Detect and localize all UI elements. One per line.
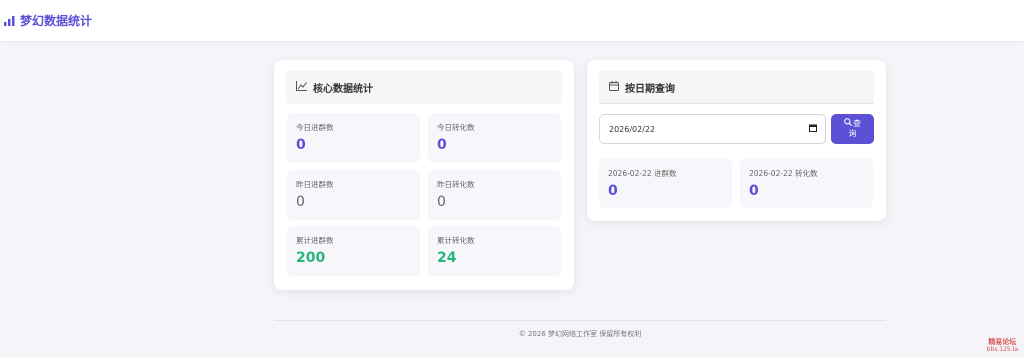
stat-label: 累计转化数 bbox=[437, 236, 475, 245]
date-input-value: 2026/02/22 bbox=[609, 124, 656, 134]
query-button-label-1: 查 bbox=[853, 118, 861, 128]
result-value: 0 bbox=[608, 183, 618, 199]
core-stats-title: 核心数据统计 bbox=[313, 84, 373, 95]
stat-value: 24 bbox=[437, 250, 457, 266]
stat-value: 200 bbox=[296, 250, 326, 266]
footer-copyright: © 2026 梦幻网络工作室 保留所有权利 bbox=[518, 330, 642, 338]
stat-total-joins: 累计进群数 200 bbox=[287, 226, 420, 276]
result-value: 0 bbox=[749, 183, 759, 199]
watermark-title: 精易论坛 bbox=[988, 338, 1017, 346]
date-input[interactable]: 2026/02/22 bbox=[599, 114, 826, 144]
calendar-icon bbox=[609, 80, 619, 94]
app-title: 梦幻数据统计 bbox=[20, 14, 93, 28]
line-chart-icon bbox=[296, 81, 307, 94]
footer-divider bbox=[274, 320, 886, 321]
date-picker-icon[interactable] bbox=[809, 124, 817, 134]
bar-chart-icon bbox=[4, 15, 15, 26]
date-conversions-result: 2026-02-22 转化数 0 bbox=[740, 158, 873, 208]
stat-label: 今日进群数 bbox=[296, 123, 334, 132]
stat-yesterday-joins: 昨日进群数 0 bbox=[287, 170, 420, 220]
result-label: 2026-02-22 转化数 bbox=[749, 169, 818, 178]
stat-value: 0 bbox=[437, 137, 447, 153]
watermark-url: bbs.125.la bbox=[986, 346, 1018, 353]
top-navbar: 梦幻数据统计 bbox=[0, 0, 1024, 41]
stat-yesterday-conversions: 昨日转化数 0 bbox=[428, 170, 561, 220]
stat-value: 0 bbox=[296, 137, 306, 153]
core-stats-header: 核心数据统计 bbox=[286, 71, 562, 104]
stat-total-conversions: 累计转化数 24 bbox=[428, 226, 561, 276]
brand[interactable]: 梦幻数据统计 bbox=[4, 12, 92, 29]
date-query-header: 按日期查询 bbox=[599, 71, 874, 104]
query-button-label-2: 询 bbox=[848, 129, 857, 138]
stat-today-conversions: 今日转化数 0 bbox=[428, 113, 561, 163]
stat-value: 0 bbox=[296, 194, 305, 210]
result-label: 2026-02-22 进群数 bbox=[608, 169, 677, 178]
stat-label: 昨日转化数 bbox=[437, 180, 475, 189]
stat-today-joins: 今日进群数 0 bbox=[287, 113, 420, 163]
stat-value: 0 bbox=[437, 194, 446, 210]
search-icon bbox=[844, 118, 853, 129]
stat-label: 累计进群数 bbox=[296, 236, 334, 245]
stat-label: 今日转化数 bbox=[437, 123, 475, 132]
date-joins-result: 2026-02-22 进群数 0 bbox=[599, 158, 732, 208]
watermark: 精易论坛 bbs.125.la bbox=[987, 338, 1018, 354]
stat-label: 昨日进群数 bbox=[296, 180, 334, 189]
query-button[interactable]: 查 询 bbox=[831, 114, 874, 144]
query-button-row1: 查 bbox=[831, 118, 874, 129]
date-query-title: 按日期查询 bbox=[625, 83, 675, 95]
